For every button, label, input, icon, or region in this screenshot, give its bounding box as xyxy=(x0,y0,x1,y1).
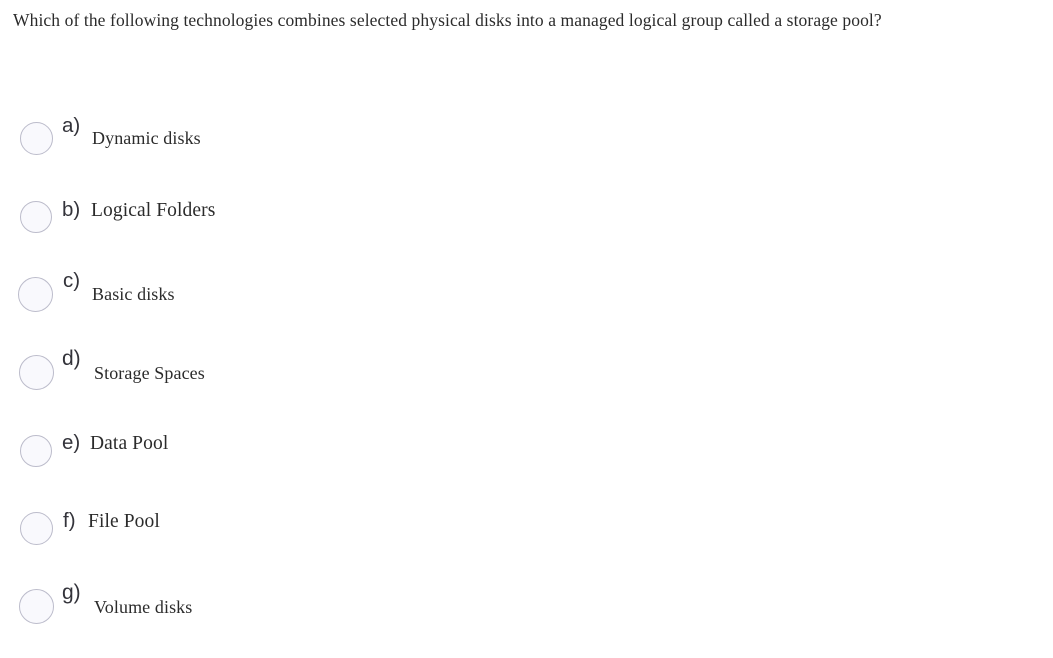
option-label-a: Dynamic disks xyxy=(92,128,201,148)
answer-options-list: a) Dynamic disks b) Logical Folders c) B… xyxy=(0,112,1053,658)
radio-button-a[interactable] xyxy=(20,122,53,155)
option-letter-f: f) xyxy=(63,509,76,532)
option-letter-b: b) xyxy=(62,198,81,221)
option-label-f: File Pool xyxy=(88,511,160,532)
radio-button-e[interactable] xyxy=(20,435,52,467)
option-label-b: Logical Folders xyxy=(91,200,216,221)
answer-option-f[interactable]: f) File Pool xyxy=(0,502,1053,580)
answer-option-d[interactable]: d) Storage Spaces xyxy=(0,346,1053,424)
option-label-e: Data Pool xyxy=(90,433,169,454)
radio-button-g[interactable] xyxy=(19,589,54,624)
option-letter-d: d) xyxy=(62,347,81,370)
radio-button-d[interactable] xyxy=(19,355,54,390)
answer-option-g[interactable]: g) Volume disks xyxy=(0,580,1053,658)
option-label-d: Storage Spaces xyxy=(94,363,205,383)
answer-option-e[interactable]: e) Data Pool xyxy=(0,424,1053,502)
option-label-c: Basic disks xyxy=(92,284,175,304)
radio-button-f[interactable] xyxy=(20,512,53,545)
option-letter-e: e) xyxy=(62,431,81,454)
option-letter-a: a) xyxy=(62,114,81,137)
question-text: Which of the following technologies comb… xyxy=(13,10,882,30)
radio-button-b[interactable] xyxy=(20,201,52,233)
option-letter-g: g) xyxy=(62,581,81,604)
quiz-page: Which of the following technologies comb… xyxy=(0,0,1053,654)
radio-button-c[interactable] xyxy=(18,277,53,312)
answer-option-a[interactable]: a) Dynamic disks xyxy=(0,112,1053,190)
option-label-g: Volume disks xyxy=(94,597,193,617)
answer-option-c[interactable]: c) Basic disks xyxy=(0,268,1053,346)
option-letter-c: c) xyxy=(63,269,81,292)
answer-option-b[interactable]: b) Logical Folders xyxy=(0,190,1053,268)
